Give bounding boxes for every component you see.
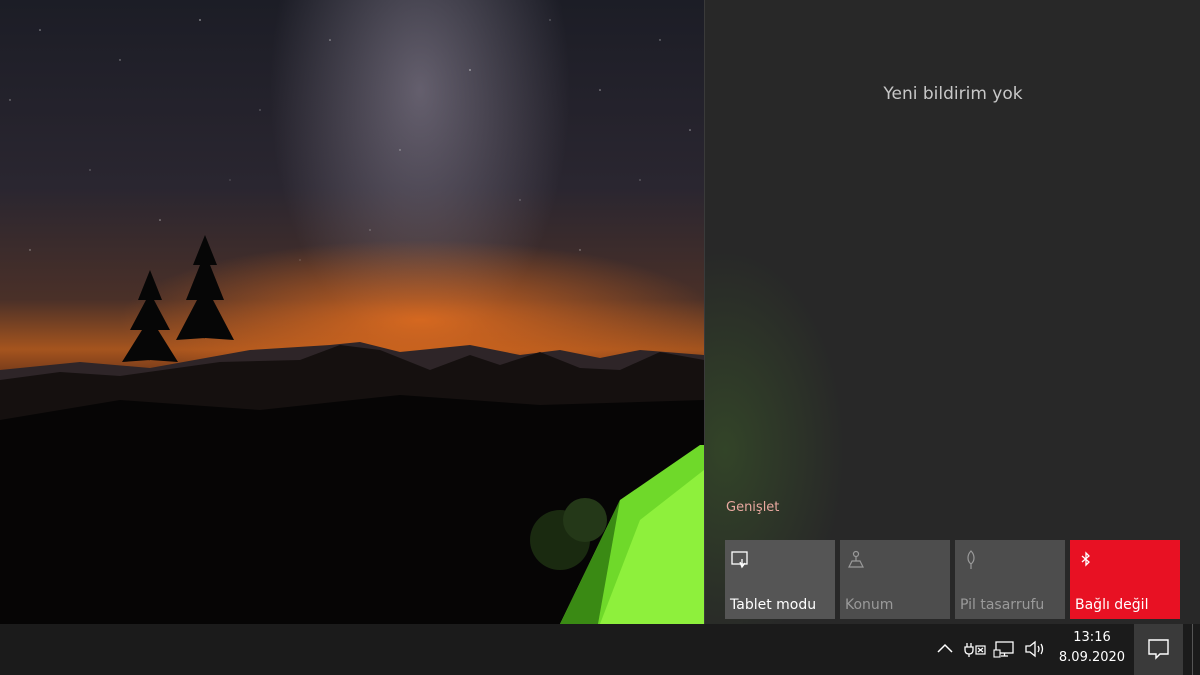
power-status-button[interactable] [962, 636, 988, 662]
tablet-mode-tile[interactable]: Tablet modu [725, 540, 835, 619]
bluetooth-label: Bağlı değil [1075, 597, 1149, 613]
network-icon [993, 641, 1014, 658]
show-desktop-button[interactable] [1192, 624, 1200, 675]
notification-icon [1148, 639, 1169, 660]
clock-time: 13:16 [1073, 630, 1111, 645]
network-button[interactable] [992, 636, 1018, 662]
bluetooth-tile[interactable]: Bağlı değil [1070, 540, 1180, 619]
clock-date: 8.09.2020 [1058, 650, 1126, 665]
quick-actions-grid: Tablet modu Konum Pil tasarrufu Bağlı de… [725, 540, 1180, 619]
location-tile[interactable]: Konum [840, 540, 950, 619]
volume-button[interactable] [1022, 636, 1048, 662]
taskbar-clock[interactable]: 13:16 8.09.2020 [1055, 628, 1129, 668]
desktop-wallpaper [0, 0, 704, 624]
location-label: Konum [845, 597, 894, 613]
show-hidden-icons-button[interactable] [932, 636, 958, 662]
action-center-button[interactable] [1134, 624, 1183, 675]
wallpaper-landscape [0, 19, 704, 624]
bluetooth-icon [1081, 551, 1090, 567]
volume-icon [1025, 640, 1044, 658]
power-plug-icon [964, 643, 986, 657]
action-center-panel: Yeni bildirim yok Genişlet Tablet modu K… [704, 0, 1200, 624]
taskbar: 13:16 8.09.2020 [0, 624, 1200, 675]
battery-saver-label: Pil tasarrufu [960, 597, 1045, 613]
battery-saver-tile[interactable]: Pil tasarrufu [955, 540, 1065, 619]
no-notifications-message: Yeni bildirim yok [883, 84, 1023, 104]
tablet-mode-icon [731, 551, 748, 569]
chevron-up-icon [937, 643, 953, 653]
location-icon [848, 550, 864, 568]
expand-quick-actions-link[interactable]: Genişlet [726, 500, 779, 515]
battery-saver-icon [967, 550, 975, 569]
tablet-mode-label: Tablet modu [730, 597, 817, 613]
